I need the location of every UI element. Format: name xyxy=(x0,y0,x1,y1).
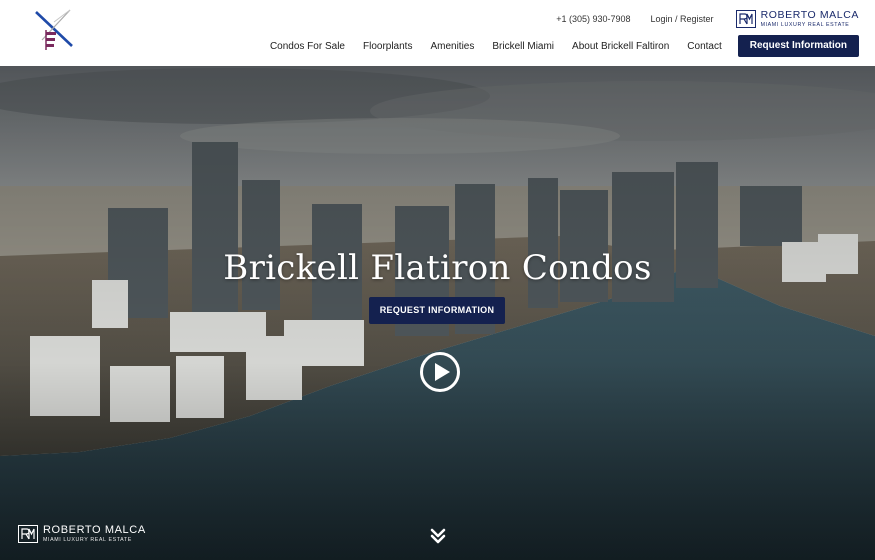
double-chevron-down-icon[interactable] xyxy=(430,528,446,544)
hero-brand-tagline: MIAMI LUXURY REAL ESTATE xyxy=(43,537,132,543)
flatiron-logo-icon[interactable] xyxy=(32,6,76,56)
nav-condos-for-sale[interactable]: Condos For Sale xyxy=(270,41,345,52)
request-information-button[interactable]: Request Information xyxy=(737,35,859,57)
hero-request-information-button[interactable]: REQUEST INFORMATION xyxy=(369,297,505,324)
phone-link[interactable]: +1 (305) 930-7908 xyxy=(556,14,630,24)
brand-logo[interactable]: ROBERTO MALCA MIAMI LUXURY REAL ESTATE xyxy=(735,9,859,28)
rm-monogram-icon xyxy=(735,10,756,28)
main-nav: Condos For Sale Floorplants Amenities Br… xyxy=(270,35,859,57)
nav-floorplants[interactable]: Floorplants xyxy=(363,41,412,52)
nav-amenities[interactable]: Amenities xyxy=(430,41,474,52)
login-register-link[interactable]: Login / Register xyxy=(651,14,714,24)
brand-name: ROBERTO MALCA xyxy=(760,9,859,22)
site-header: +1 (305) 930-7908 Login / Register ROBER… xyxy=(0,0,875,66)
play-icon[interactable] xyxy=(419,351,461,393)
hero-title: Brickell Flatiron Condos xyxy=(223,248,652,288)
nav-brickell-miami[interactable]: Brickell Miami xyxy=(492,41,554,52)
brand-tagline: MIAMI LUXURY REAL ESTATE xyxy=(760,21,850,28)
top-bar: +1 (305) 930-7908 Login / Register ROBER… xyxy=(556,9,859,28)
hero-brand-name: ROBERTO MALCA xyxy=(43,524,146,536)
hero-section: Brickell Flatiron Condos REQUEST INFORMA… xyxy=(0,66,875,560)
nav-about[interactable]: About Brickell Faltiron xyxy=(572,41,669,52)
rm-monogram-icon xyxy=(18,525,38,544)
hero-brand-logo[interactable]: ROBERTO MALCA MIAMI LUXURY REAL ESTATE xyxy=(18,524,146,544)
nav-contact[interactable]: Contact xyxy=(687,41,721,52)
